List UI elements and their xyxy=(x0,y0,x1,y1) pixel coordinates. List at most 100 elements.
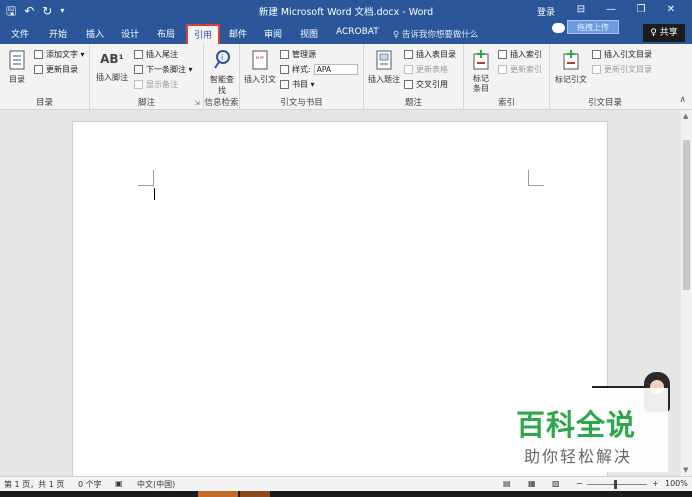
group-index: 标记条目 插入索引 更新索引 索引 xyxy=(464,44,550,110)
mark-entry-button[interactable]: 标记条目 xyxy=(466,50,496,94)
add-text-icon xyxy=(34,50,43,59)
bibliography-label: 书目 ▾ xyxy=(292,80,315,89)
next-footnote-label: 下一条脚注 ▾ xyxy=(146,65,193,74)
add-text-button[interactable]: 添加文字 ▾ xyxy=(34,49,85,60)
footnote-dialog-launcher-icon[interactable]: ⇲ xyxy=(194,99,200,107)
tab-file[interactable]: 文件 xyxy=(11,27,29,40)
tab-insert[interactable]: 插入 xyxy=(86,27,104,40)
smart-lookup-button[interactable]: i 智能查找 xyxy=(207,50,237,96)
tab-review[interactable]: 审阅 xyxy=(264,27,282,40)
word-count[interactable]: 0 个字 xyxy=(78,479,102,490)
update-index-icon xyxy=(498,65,507,74)
add-text-label: 添加文字 ▾ xyxy=(46,50,85,59)
group-captions: 插入题注 插入表目录 更新表格 交叉引用 题注 xyxy=(364,44,464,110)
insert-toa-icon xyxy=(592,50,601,59)
insert-index-icon xyxy=(498,50,507,59)
update-toc-icon xyxy=(34,65,43,74)
update-toc-button[interactable]: 更新目录 xyxy=(34,64,78,75)
insert-toa-button[interactable]: 插入引文目录 xyxy=(592,49,652,60)
taskbar-app-secondary[interactable] xyxy=(240,491,270,497)
insert-citation-button[interactable]: “” 插入引文 xyxy=(242,50,278,85)
read-mode-icon[interactable]: ▤ xyxy=(503,479,511,488)
print-layout-icon[interactable]: ▦ xyxy=(528,479,536,488)
mark-citation-label: 标记引文 xyxy=(555,75,587,84)
tab-references[interactable]: 引用 xyxy=(186,24,221,44)
close-button[interactable]: ✕ xyxy=(656,2,686,18)
language-indicator[interactable]: 中文(中国) xyxy=(137,479,175,490)
scroll-down-icon[interactable]: ▼ xyxy=(683,466,688,474)
svg-text:“”: “” xyxy=(255,56,264,66)
scrollbar-thumb[interactable] xyxy=(683,140,690,290)
ribbon-display-options-icon[interactable]: ⊟ xyxy=(566,2,596,18)
zoom-slider[interactable] xyxy=(587,484,647,485)
footnote-icon: AB¹ xyxy=(100,52,124,66)
manage-sources-button[interactable]: 管理源 xyxy=(280,49,316,60)
citation-style-control: 样式: APA xyxy=(280,64,358,75)
zoom-level[interactable]: 100% xyxy=(665,479,688,488)
tab-home[interactable]: 开始 xyxy=(49,27,67,40)
tell-me-search[interactable]: ♀ 告诉我你想要做什么 xyxy=(393,28,478,40)
group-label-toc: 目录 xyxy=(35,98,53,108)
update-toa-button[interactable]: 更新引文目录 xyxy=(592,64,652,75)
zoom-out-button[interactable]: − xyxy=(576,479,583,488)
mark-citation-button[interactable]: 标记引文 xyxy=(552,50,590,85)
insert-footnote-label: 插入脚注 xyxy=(96,73,128,82)
tab-design[interactable]: 设计 xyxy=(121,27,139,40)
insert-table-of-figures-button[interactable]: 插入表目录 xyxy=(404,49,456,60)
insert-endnote-button[interactable]: 插入尾注 xyxy=(134,49,178,60)
cross-reference-button[interactable]: 交叉引用 xyxy=(404,79,448,90)
page-count[interactable]: 第 1 页，共 1 页 xyxy=(4,479,64,490)
restore-button[interactable]: ❐ xyxy=(626,2,656,18)
group-label-captions: 题注 xyxy=(404,98,422,108)
cross-reference-label: 交叉引用 xyxy=(416,80,448,89)
zoom-slider-thumb[interactable] xyxy=(614,480,617,489)
mark-entry-label: 标记条目 xyxy=(473,74,489,93)
zoom-in-button[interactable]: + xyxy=(652,479,659,488)
manage-sources-label: 管理源 xyxy=(292,50,316,59)
citation-style-icon xyxy=(280,65,289,74)
show-notes-button[interactable]: 显示备注 xyxy=(134,79,178,90)
cross-reference-icon xyxy=(404,80,413,89)
web-layout-icon[interactable]: ▧ xyxy=(552,479,560,488)
tab-layout[interactable]: 布局 xyxy=(157,27,175,40)
insert-endnote-label: 插入尾注 xyxy=(146,50,178,59)
tab-acrobat[interactable]: ACROBAT xyxy=(336,27,379,37)
cloud-upload-icon[interactable] xyxy=(552,23,565,33)
table-of-contents-button[interactable]: 目录 xyxy=(4,50,30,85)
login-link[interactable]: 登录 xyxy=(537,5,555,18)
update-toc-label: 更新目录 xyxy=(46,65,78,74)
insert-caption-button[interactable]: 插入题注 xyxy=(366,50,402,85)
bibliography-icon xyxy=(280,80,289,89)
update-index-label: 更新索引 xyxy=(510,65,542,74)
update-index-button[interactable]: 更新索引 xyxy=(498,64,542,75)
group-research: i 智能查找 信息检索 xyxy=(204,44,240,110)
smart-lookup-label: 智能查找 xyxy=(210,75,234,95)
citation-style-select[interactable]: APA xyxy=(313,64,358,75)
group-label-index: 索引 xyxy=(497,98,515,108)
collapse-ribbon-icon[interactable]: ∧ xyxy=(679,95,686,105)
update-table-button[interactable]: 更新表格 xyxy=(404,64,448,75)
upload-button[interactable]: 拖拽上传 xyxy=(567,20,619,34)
vertical-scrollbar[interactable]: ▲ ▼ xyxy=(681,110,692,476)
update-toa-icon xyxy=(592,65,601,74)
next-footnote-button[interactable]: 下一条脚注 ▾ xyxy=(134,64,193,75)
insert-table-of-figures-icon xyxy=(404,50,413,59)
taskbar-app[interactable] xyxy=(198,491,238,497)
minimize-button[interactable]: — xyxy=(596,2,626,18)
tab-view[interactable]: 视图 xyxy=(300,27,318,40)
insert-index-button[interactable]: 插入索引 xyxy=(498,49,542,60)
scroll-up-icon[interactable]: ▲ xyxy=(683,112,688,120)
tab-mailings[interactable]: 邮件 xyxy=(229,27,247,40)
share-button[interactable]: ♀ 共享 xyxy=(643,24,685,42)
proofing-icon[interactable]: ▣ xyxy=(115,479,123,488)
group-label-citations: 引文与书目 xyxy=(280,98,323,108)
crop-mark-top-left xyxy=(138,170,154,186)
bibliography-button[interactable]: 书目 ▾ xyxy=(280,79,315,90)
manage-sources-icon xyxy=(280,50,289,59)
insert-footnote-button[interactable]: AB¹ 插入脚注 xyxy=(94,52,130,83)
insert-citation-label: 插入引文 xyxy=(244,75,276,84)
insert-caption-icon xyxy=(376,50,392,70)
insert-caption-label: 插入题注 xyxy=(368,75,400,84)
insert-citation-icon: “” xyxy=(252,50,268,70)
update-table-label: 更新表格 xyxy=(416,65,448,74)
